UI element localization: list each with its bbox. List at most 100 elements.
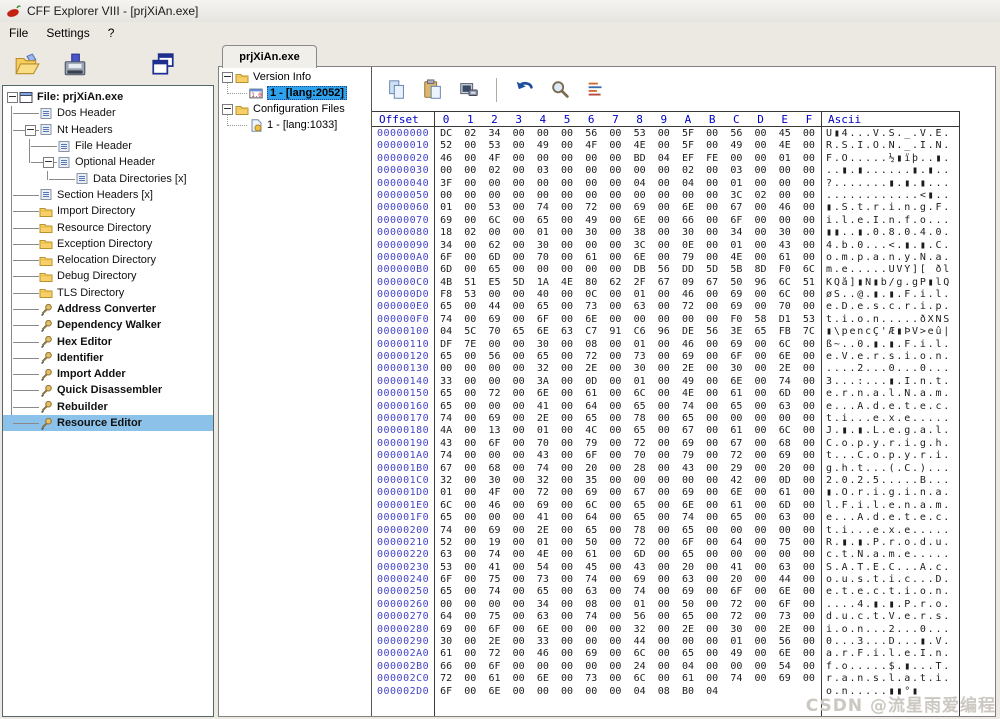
- byte[interactable]: 64: [579, 401, 603, 413]
- hex-row-000001C0[interactable]: 000001C032003000320035000000000042000D00…: [372, 475, 960, 487]
- byte[interactable]: 74: [724, 673, 748, 685]
- byte[interactable]: 00: [507, 673, 531, 685]
- byte[interactable]: 00: [652, 438, 676, 450]
- byte[interactable]: 00: [700, 240, 724, 252]
- byte[interactable]: 00: [555, 190, 579, 202]
- byte[interactable]: 00: [652, 636, 676, 648]
- byte[interactable]: 00: [434, 165, 458, 177]
- tree-item-file-header[interactable]: File Header: [3, 138, 213, 154]
- tree-item-dos-header[interactable]: Dos Header: [3, 105, 213, 121]
- byte[interactable]: 0D: [773, 475, 797, 487]
- byte[interactable]: 00: [700, 413, 724, 425]
- byte[interactable]: 00: [748, 165, 772, 177]
- byte[interactable]: 00: [724, 153, 748, 165]
- byte[interactable]: 00: [507, 388, 531, 400]
- byte[interactable]: 3E: [724, 326, 748, 338]
- byte[interactable]: 2E: [531, 413, 555, 425]
- byte[interactable]: 00: [652, 525, 676, 537]
- byte[interactable]: 74: [773, 376, 797, 388]
- byte[interactable]: 0E: [676, 240, 700, 252]
- byte[interactable]: 00: [458, 562, 482, 574]
- byte[interactable]: 00: [797, 153, 821, 165]
- byte[interactable]: 00: [507, 140, 531, 152]
- byte[interactable]: 00: [748, 425, 772, 437]
- byte[interactable]: 61: [724, 388, 748, 400]
- expander-minus-icon[interactable]: [222, 72, 233, 83]
- modify-icon[interactable]: [458, 79, 480, 101]
- byte[interactable]: 00: [507, 624, 531, 636]
- byte[interactable]: 67: [434, 463, 458, 475]
- byte[interactable]: 72: [724, 599, 748, 611]
- hex-row-00000270[interactable]: 0000027064007500630074005600650072007300…: [372, 611, 960, 623]
- byte[interactable]: 00: [652, 314, 676, 326]
- byte[interactable]: 00: [507, 351, 531, 363]
- byte[interactable]: 00: [748, 153, 772, 165]
- byte[interactable]: 30: [676, 227, 700, 239]
- byte[interactable]: 00: [652, 128, 676, 140]
- byte[interactable]: 00: [555, 388, 579, 400]
- byte[interactable]: 6F: [434, 252, 458, 264]
- byte[interactable]: 00: [797, 599, 821, 611]
- hex-row-000001A0[interactable]: 000001A07400000043006F007000790072006900…: [372, 450, 960, 462]
- byte[interactable]: 63: [579, 586, 603, 598]
- byte[interactable]: 00: [458, 178, 482, 190]
- byte[interactable]: 00: [603, 599, 627, 611]
- byte[interactable]: 00: [482, 289, 506, 301]
- byte[interactable]: 20: [724, 574, 748, 586]
- byte[interactable]: 65: [628, 401, 652, 413]
- byte[interactable]: 00: [603, 376, 627, 388]
- byte[interactable]: 68: [773, 438, 797, 450]
- byte[interactable]: 44: [482, 301, 506, 313]
- hex-row-00000150[interactable]: 00000150650072006E0061006C004E0061006D00…: [372, 388, 960, 400]
- byte[interactable]: 35: [579, 475, 603, 487]
- open-file-icon[interactable]: [14, 52, 40, 78]
- copy-icon[interactable]: [386, 79, 408, 101]
- byte[interactable]: 34: [724, 227, 748, 239]
- byte[interactable]: 08: [652, 686, 676, 698]
- byte[interactable]: 00: [652, 240, 676, 252]
- byte[interactable]: 00: [458, 388, 482, 400]
- hex-row-00000110[interactable]: 00000110DF7E0000300008000100460069006C00…: [372, 339, 960, 351]
- byte[interactable]: 19: [482, 537, 506, 549]
- byte[interactable]: 00: [555, 252, 579, 264]
- byte[interactable]: 70: [531, 438, 555, 450]
- byte[interactable]: 00: [507, 264, 531, 276]
- save-file-icon[interactable]: [62, 52, 88, 78]
- byte[interactable]: 04: [628, 178, 652, 190]
- byte[interactable]: 00: [797, 475, 821, 487]
- byte[interactable]: 00: [748, 178, 772, 190]
- byte[interactable]: 00: [603, 413, 627, 425]
- byte[interactable]: 72: [579, 202, 603, 214]
- hex-row-00000140[interactable]: 00000140330000003A000D00010049006E007400…: [372, 376, 960, 388]
- byte[interactable]: 69: [628, 574, 652, 586]
- byte[interactable]: 00: [531, 686, 555, 698]
- byte[interactable]: 00: [652, 401, 676, 413]
- byte[interactable]: 65: [676, 611, 700, 623]
- byte[interactable]: 65: [531, 351, 555, 363]
- byte[interactable]: 65: [676, 525, 700, 537]
- byte[interactable]: 6C: [628, 388, 652, 400]
- byte[interactable]: 00: [531, 128, 555, 140]
- byte[interactable]: 74: [676, 512, 700, 524]
- byte[interactable]: 00: [797, 128, 821, 140]
- byte[interactable]: 65: [482, 264, 506, 276]
- byte[interactable]: DF: [434, 339, 458, 351]
- byte[interactable]: 63: [628, 301, 652, 313]
- byte[interactable]: 00: [507, 215, 531, 227]
- byte[interactable]: 00: [458, 165, 482, 177]
- tree-item-tls-directory[interactable]: TLS Directory: [3, 285, 213, 301]
- byte[interactable]: 00: [628, 314, 652, 326]
- byte[interactable]: 01: [724, 178, 748, 190]
- byte[interactable]: 70: [531, 252, 555, 264]
- byte[interactable]: 13: [482, 425, 506, 437]
- byte[interactable]: 65: [531, 301, 555, 313]
- byte[interactable]: 66: [434, 661, 458, 673]
- byte[interactable]: 00: [797, 202, 821, 214]
- byte[interactable]: 00: [797, 401, 821, 413]
- byte[interactable]: 96: [652, 326, 676, 338]
- byte[interactable]: 6E: [531, 326, 555, 338]
- byte[interactable]: 40: [531, 289, 555, 301]
- byte[interactable]: 69: [482, 413, 506, 425]
- byte[interactable]: 00: [700, 648, 724, 660]
- byte[interactable]: 72: [482, 648, 506, 660]
